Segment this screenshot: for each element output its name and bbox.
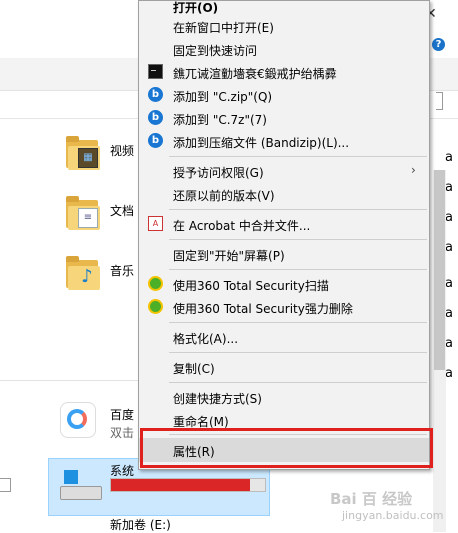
right-pane-text: a (445, 366, 453, 381)
right-pane-text: a (445, 180, 453, 195)
right-pane-text: a (445, 240, 453, 255)
new-volume-label[interactable]: 新加卷 (E:) (110, 516, 171, 533)
right-pane-text: a (445, 210, 453, 225)
menu-item-pin-quick-access[interactable]: 固定到快速访问 (139, 38, 429, 60)
menu-separator (169, 239, 427, 240)
right-pane-text: a (445, 150, 453, 165)
cmd-icon (148, 64, 163, 79)
menu-item-restore-versions[interactable]: 还原以前的版本(V) (139, 183, 429, 205)
app-sublabel: 双击 (110, 426, 135, 440)
section-divider (0, 380, 138, 381)
folder-music[interactable]: ♪ (66, 256, 100, 290)
menu-item-pin-start[interactable]: 固定到"开始"屏幕(P) (139, 243, 429, 265)
menu-separator (169, 209, 427, 210)
film-icon: ▦ (78, 148, 98, 168)
scrollbar-thumb[interactable] (434, 170, 445, 370)
bandizip-icon: b (148, 87, 163, 102)
menu-separator (169, 156, 427, 157)
music-note-icon: ♪ (81, 266, 93, 287)
menu-separator (169, 322, 427, 323)
app-label: 百度 (110, 408, 135, 422)
menu-item-add-zip[interactable]: b 添加到 "C.zip"(Q) (139, 84, 429, 106)
left-pane-edge (0, 478, 11, 492)
folder-label-music: 音乐 (110, 264, 135, 278)
document-icon: ≡ (78, 208, 98, 228)
folder-videos[interactable]: ▦ (66, 136, 100, 170)
menu-item-add-archive[interactable]: b 添加到压缩文件 (Bandizip)(L)... (139, 130, 429, 152)
context-menu: 打开(O) 在新窗口中打开(E) 固定到快速访问 鐎兀诫渲勭墻衰€鍛戒护绐楀彛 … (138, 0, 430, 470)
menu-separator (169, 352, 427, 353)
menu-item-open-cmd[interactable]: 鐎兀诫渲勭墻衰€鍛戒护绐楀彛 (139, 61, 429, 83)
menu-item-format[interactable]: 格式化(A)... (139, 326, 429, 348)
folder-label-videos: 视频 (110, 144, 135, 158)
windows-logo-icon (64, 470, 78, 484)
drive-label: 系统 (110, 464, 135, 478)
right-pane-text: a (445, 306, 453, 321)
menu-item-360-delete[interactable]: 使用360 Total Security强力删除 (139, 296, 429, 318)
menu-separator (169, 382, 427, 383)
menu-item-create-shortcut[interactable]: 创建快捷方式(S) (139, 386, 429, 408)
baidu-netdisk-icon[interactable] (60, 402, 96, 438)
highlight-annotation-box (140, 428, 433, 468)
right-pane-text: a (445, 336, 453, 351)
right-pane-text: a (445, 276, 453, 291)
bandizip-icon: b (148, 110, 163, 125)
360-security-icon (148, 299, 163, 314)
folder-documents[interactable]: ≡ (66, 196, 100, 230)
drive-icon (60, 470, 102, 500)
menu-item-give-access[interactable]: 授予访问权限(G) › (139, 160, 429, 182)
help-icon[interactable]: ? (432, 38, 445, 51)
menu-item-copy[interactable]: 复制(C) (139, 356, 429, 378)
drive-usage-bar (110, 478, 266, 492)
menu-item-360-scan[interactable]: 使用360 Total Security扫描 (139, 273, 429, 295)
menu-item-add-7z[interactable]: b 添加到 "C.7z"(7) (139, 107, 429, 129)
folder-label-documents: 文档 (110, 204, 135, 218)
watermark-main: Bai 百 经验 (330, 490, 413, 508)
watermark: Bai 百 经验 jingyan.baidu.com (330, 488, 444, 522)
acrobat-icon: A (148, 216, 163, 231)
chevron-right-icon: › (411, 163, 416, 177)
watermark-sub: jingyan.baidu.com (342, 509, 444, 522)
bandizip-icon: b (148, 133, 163, 148)
menu-separator (169, 269, 427, 270)
menu-item-open-new-window[interactable]: 在新窗口中打开(E) (139, 15, 429, 37)
360-security-icon (148, 276, 163, 291)
menu-item-acrobat-combine[interactable]: A在 Acrobat 中合并文件... (139, 213, 429, 235)
